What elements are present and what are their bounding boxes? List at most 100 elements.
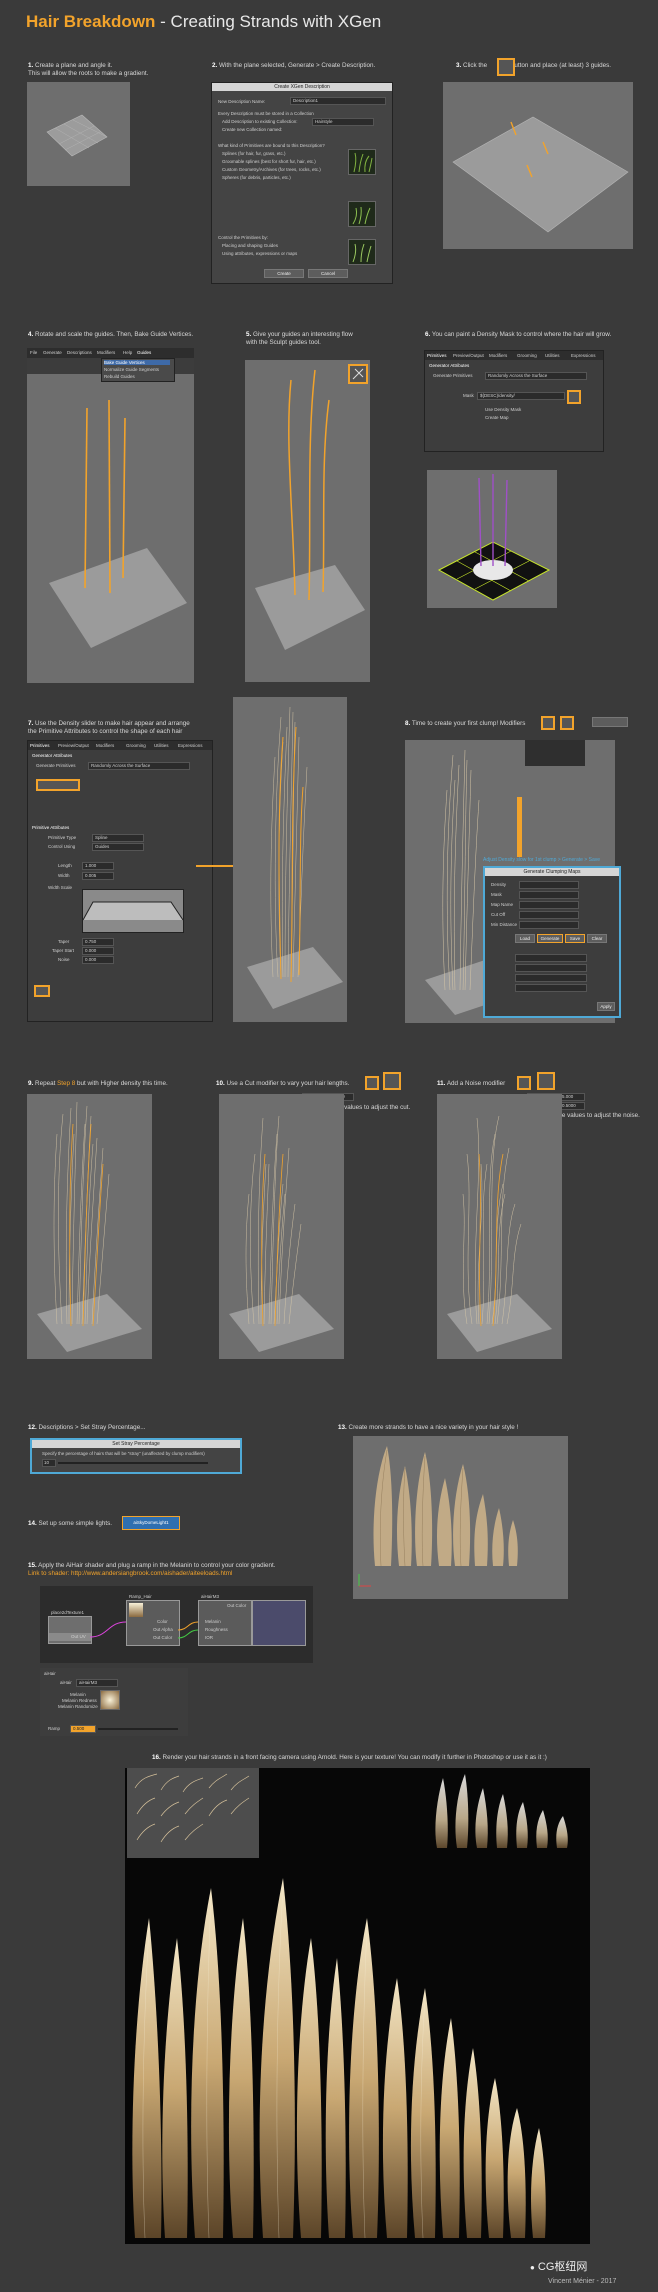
clump-map-field-2[interactable]: [515, 964, 587, 972]
q-kind: What kind of Primitives are bound to thi…: [218, 143, 325, 148]
opt-splines[interactable]: Splines (for hair, fur, grass, etc.): [222, 151, 286, 156]
tab-primitives[interactable]: Primitives: [30, 743, 50, 748]
new-desc-input[interactable]: Description1: [290, 97, 386, 105]
title-part1: Hair Breakdown: [26, 12, 156, 31]
watermark: ● CG枢纽网: [530, 2261, 588, 2273]
clump-map-field-1[interactable]: [515, 954, 587, 962]
clump-hint: Adjust Density slow for 1st clump > Gene…: [483, 857, 600, 863]
attr-aihair-field[interactable]: aiHairM3: [76, 1679, 118, 1687]
ptex-create-map[interactable]: Create Map: [485, 415, 509, 420]
stray-value-input[interactable]: 10: [42, 1459, 56, 1467]
clump-density-slider[interactable]: [519, 881, 579, 889]
melanin-swatch[interactable]: [100, 1690, 120, 1710]
width-label: Width: [58, 873, 70, 878]
step-1-caption: 1. Create a plane and angle it. This wil…: [28, 62, 149, 77]
length-input[interactable]: 1.000: [82, 862, 114, 870]
density-slider-highlight[interactable]: [36, 779, 80, 791]
step-13-caption: 13. Create more strands to have a nice v…: [338, 1424, 519, 1431]
clump-clear-button[interactable]: Clear: [587, 934, 607, 943]
thumb-guides-image: [348, 239, 376, 265]
add-guide-icon[interactable]: [497, 58, 515, 76]
setup-maps-button[interactable]: [592, 717, 628, 727]
primitive-attributes-panel: Primitives Preview/Output Modifiers Groo…: [27, 740, 213, 1022]
tab-grooming[interactable]: Grooming: [517, 353, 537, 358]
stray-slider[interactable]: [58, 1462, 208, 1464]
tab-modifiers[interactable]: Modifiers: [489, 353, 507, 358]
tab-modifiers[interactable]: Modifiers: [96, 743, 114, 748]
taper-input[interactable]: 0.750: [82, 938, 114, 946]
clump-icon[interactable]: [560, 716, 574, 730]
clump-map-field-3[interactable]: [515, 974, 587, 982]
modifiers-icon[interactable]: [541, 716, 555, 730]
clump-apply-button[interactable]: Apply: [597, 1002, 615, 1011]
ramp-slider[interactable]: [98, 1728, 178, 1730]
width-scale-label: Width Scale: [48, 885, 73, 890]
clump-mindist-input[interactable]: [519, 921, 579, 929]
tab-preview[interactable]: Preview/Output: [58, 743, 89, 748]
width-scale-curve[interactable]: [82, 889, 184, 933]
clump-cutoff-input[interactable]: [519, 911, 579, 919]
opt-attributes[interactable]: Using attributes, expressions or maps: [222, 251, 297, 256]
paint-mask-icon[interactable]: [567, 390, 581, 404]
tab-preview[interactable]: Preview/Output: [453, 353, 484, 358]
final-texture-render: [125, 1768, 590, 2244]
ramp-value-field[interactable]: 0.500: [70, 1725, 96, 1733]
step-10-caption: 10. Use a Cut modifier to vary your hair…: [216, 1080, 350, 1087]
stray-dialog-title: Set Stray Percentage: [32, 1440, 240, 1448]
cut-modifier-icon[interactable]: [383, 1072, 401, 1090]
control-using-select[interactable]: Guides: [92, 843, 144, 851]
step-2-caption: 2. With the plane selected, Generate > C…: [212, 62, 376, 69]
clump-arrow-line: [517, 797, 522, 857]
noise-label: Noise: [58, 957, 70, 962]
tab-utilities[interactable]: Utilities: [545, 353, 560, 358]
tab-expressions[interactable]: Expressions: [178, 743, 203, 748]
node-connections: [89, 1621, 199, 1639]
noise-modifier-icon[interactable]: [537, 1072, 555, 1090]
clump-load-button[interactable]: Load: [515, 934, 535, 943]
tab-primitives[interactable]: Primitives: [427, 353, 447, 358]
tab-grooming[interactable]: Grooming: [126, 743, 146, 748]
step-9-hair: [37, 1101, 142, 1352]
noise-input[interactable]: 0.000: [82, 956, 114, 964]
generate-select-7[interactable]: Randomly Across the Surface: [88, 762, 190, 770]
density-checkbox-highlight[interactable]: [34, 985, 50, 997]
prim-type-label: Primitive Type: [48, 835, 77, 840]
opt-add-existing[interactable]: Add Description to existing Collection:: [222, 119, 298, 124]
primitive-section[interactable]: Primitive Attributes: [32, 825, 69, 830]
prim-type-select[interactable]: Spline: [92, 834, 144, 842]
tab-utilities[interactable]: Utilities: [154, 743, 169, 748]
clump-mapname-input[interactable]: [519, 901, 579, 909]
cancel-button[interactable]: Cancel: [308, 269, 348, 278]
step-7-hair: [247, 706, 343, 1009]
modifiers-icon-10[interactable]: [365, 1076, 379, 1090]
mask-input[interactable]: ${DESC}/density/: [477, 392, 565, 400]
create-button[interactable]: Create: [264, 269, 304, 278]
clump-map-field-4[interactable]: [515, 984, 587, 992]
opt-groomable[interactable]: Groomable splines (best for short fur, h…: [222, 159, 316, 164]
thumb-groomable-image: [348, 201, 376, 227]
opt-guides[interactable]: Placing and shaping Guides: [222, 243, 278, 248]
collection-select[interactable]: Hairstyle: [312, 118, 374, 126]
taper-start-input[interactable]: 0.000: [82, 947, 114, 955]
dialog-title: Create XGen Description: [212, 83, 392, 91]
clump-save-button[interactable]: Save: [565, 934, 585, 943]
tabs-bar-7: Primitives Preview/Output Modifiers Groo…: [28, 741, 212, 750]
use-density-checkbox[interactable]: Use Density Mask: [485, 407, 521, 412]
clump-mask-input[interactable]: [519, 891, 579, 899]
generator-section[interactable]: Generator Attributes: [429, 363, 469, 368]
step-11-hair: [447, 1115, 552, 1352]
modifiers-icon-11[interactable]: [517, 1076, 531, 1090]
generate-select[interactable]: Randomly Across the Surface: [485, 372, 587, 380]
opt-spheres[interactable]: Spheres (for debris, particles, etc.): [222, 175, 291, 180]
step-10-viewport: [219, 1094, 344, 1359]
light-chip[interactable]: aiSkyDomeLight1: [122, 1516, 180, 1530]
width-input[interactable]: 0.005: [82, 872, 114, 880]
opt-create-new[interactable]: Create new Collection named:: [222, 127, 282, 132]
step-8-caption: 8. Time to create your first clump! Modi…: [405, 720, 526, 727]
clump-generate-button[interactable]: Generate: [537, 934, 563, 943]
opt-custom[interactable]: Custom Geometry/Archives (for trees, roc…: [222, 167, 321, 172]
generator-section-7[interactable]: Generator Attributes: [32, 753, 72, 758]
attr-aihair-name: aiHair: [60, 1680, 72, 1685]
step-1-plane: [46, 114, 108, 157]
tab-expressions[interactable]: Expressions: [571, 353, 596, 358]
